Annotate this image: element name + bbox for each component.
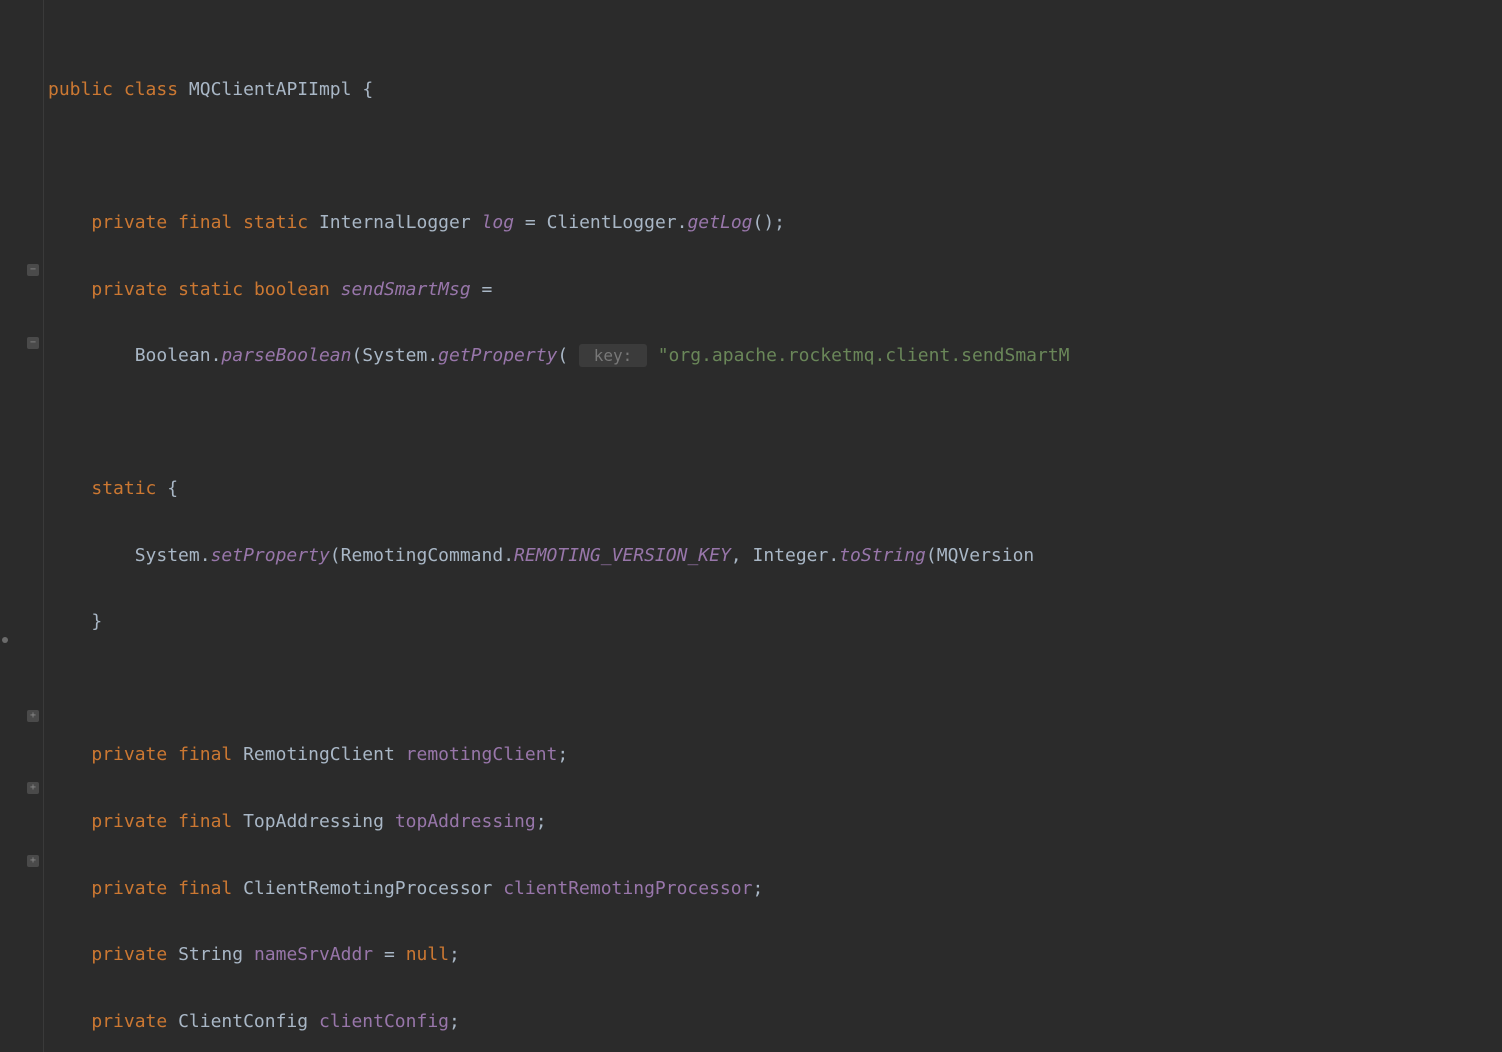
code-line: Boolean.parseBoolean(System.getProperty(… bbox=[44, 339, 1502, 372]
editor-gutter: − − + + + bbox=[0, 0, 44, 1052]
code-line: private ClientConfig clientConfig; bbox=[44, 1005, 1502, 1038]
code-line: } bbox=[44, 605, 1502, 638]
code-line: private final static InternalLogger log … bbox=[44, 206, 1502, 239]
code-line bbox=[44, 140, 1502, 173]
parameter-hint: key: bbox=[579, 344, 647, 367]
code-line: System.setProperty(RemotingCommand.REMOT… bbox=[44, 539, 1502, 572]
code-line: private final ClientRemotingProcessor cl… bbox=[44, 872, 1502, 905]
code-line: private String nameSrvAddr = null; bbox=[44, 938, 1502, 971]
code-line: private static boolean sendSmartMsg = bbox=[44, 273, 1502, 306]
fold-minus-icon[interactable]: − bbox=[27, 264, 39, 276]
gutter-indicator bbox=[2, 637, 8, 643]
code-editor: − − + + + public class MQClientAPIImpl {… bbox=[0, 0, 1502, 1052]
code-line: private final TopAddressing topAddressin… bbox=[44, 805, 1502, 838]
code-line bbox=[44, 672, 1502, 705]
code-line bbox=[44, 406, 1502, 439]
fold-plus-icon[interactable]: + bbox=[27, 782, 39, 794]
code-line: private final RemotingClient remotingCli… bbox=[44, 738, 1502, 771]
fold-close-icon[interactable]: − bbox=[27, 337, 39, 349]
fold-plus-icon[interactable]: + bbox=[27, 855, 39, 867]
code-line: public class MQClientAPIImpl { bbox=[44, 73, 1502, 106]
code-area[interactable]: public class MQClientAPIImpl { private f… bbox=[44, 0, 1502, 1052]
fold-plus-icon[interactable]: + bbox=[27, 710, 39, 722]
code-line: static { bbox=[44, 472, 1502, 505]
